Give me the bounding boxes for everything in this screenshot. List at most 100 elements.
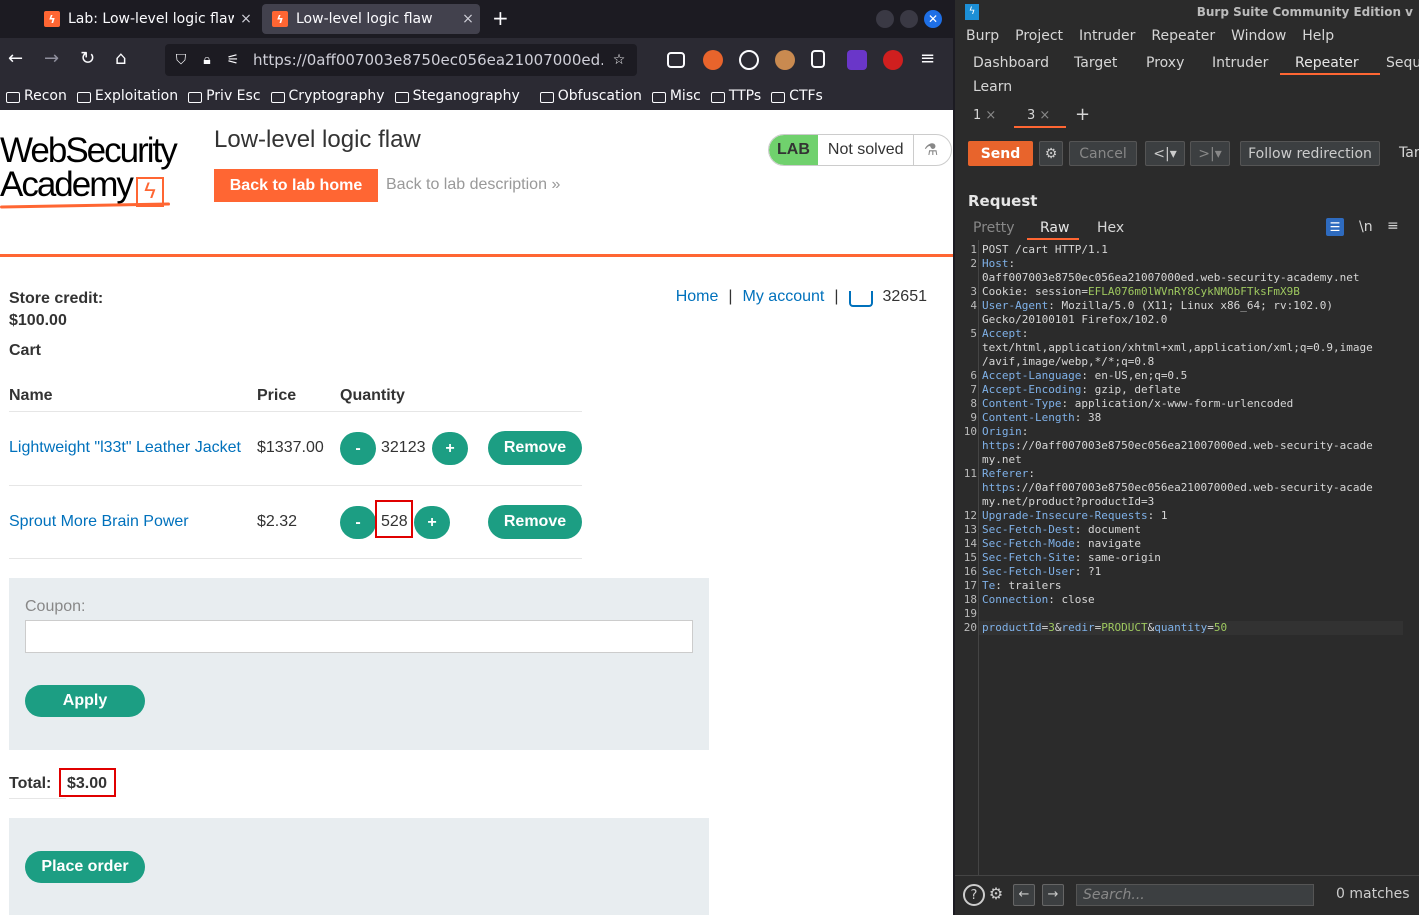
tab-lab-description[interactable]: ϟ Lab: Low-level logic flaw | W × bbox=[34, 4, 258, 34]
folder-icon bbox=[76, 91, 91, 103]
window-close-icon[interactable]: ✕ bbox=[924, 10, 942, 28]
previous-request-button[interactable]: <|▾ bbox=[1145, 141, 1185, 166]
back-to-lab-home-button[interactable]: Back to lab home bbox=[214, 169, 378, 202]
quantity-value: 32123 bbox=[381, 439, 426, 456]
maximize-button[interactable] bbox=[900, 10, 918, 28]
back-to-lab-description-link[interactable]: Back to lab description » bbox=[386, 176, 560, 194]
forward-arrow-icon[interactable]: → bbox=[44, 48, 59, 70]
new-tab-button[interactable]: + bbox=[492, 6, 509, 30]
web-security-academy-logo[interactable]: WebSecurity Academy ϟ bbox=[0, 133, 200, 209]
bookmark-folder[interactable]: Cryptography bbox=[270, 88, 385, 104]
send-button[interactable]: Send bbox=[968, 141, 1033, 166]
line-number: 3 bbox=[970, 285, 977, 298]
target-label[interactable]: Targ bbox=[1399, 145, 1419, 161]
increase-quantity-button[interactable]: + bbox=[432, 432, 468, 465]
view-tab-hex[interactable]: Hex bbox=[1097, 220, 1124, 236]
burp-extension-icon[interactable] bbox=[703, 50, 723, 70]
decrease-quantity-button[interactable]: - bbox=[340, 506, 376, 539]
nav-home-link[interactable]: Home bbox=[676, 288, 719, 306]
follow-redirection-button[interactable]: Follow redirection bbox=[1240, 141, 1380, 166]
reload-icon[interactable]: ↻ bbox=[80, 48, 95, 70]
tab-close-icon[interactable]: × bbox=[234, 11, 258, 27]
nav-my-account-link[interactable]: My account bbox=[743, 288, 825, 306]
cart-basket-icon[interactable] bbox=[848, 291, 873, 307]
product-name-link[interactable]: Lightweight "l33t" Leather Jacket bbox=[9, 439, 241, 457]
tab-lab-active[interactable]: ϟ Low-level logic flaw × bbox=[262, 4, 480, 34]
extension-badge-icon[interactable] bbox=[847, 50, 867, 70]
search-input[interactable]: Search... bbox=[1076, 884, 1314, 906]
view-tab-raw[interactable]: Raw bbox=[1040, 220, 1069, 236]
cart-count[interactable]: 32651 bbox=[883, 288, 928, 306]
home-icon[interactable]: ⌂ bbox=[115, 48, 126, 70]
place-order-button[interactable]: Place order bbox=[25, 851, 145, 883]
folder-icon bbox=[270, 91, 285, 103]
close-icon[interactable]: × bbox=[985, 108, 996, 123]
bookmark-folder[interactable]: CTFs bbox=[771, 88, 823, 104]
menu-window[interactable]: Window bbox=[1231, 28, 1286, 50]
view-tab-pretty[interactable]: Pretty bbox=[973, 220, 1015, 236]
bookmark-folder[interactable]: Exploitation bbox=[76, 88, 178, 104]
decrease-quantity-button[interactable]: - bbox=[340, 432, 376, 465]
product-name-link[interactable]: Sprout More Brain Power bbox=[9, 513, 189, 531]
cancel-button[interactable]: Cancel bbox=[1069, 141, 1137, 166]
request-line: productId=3&redir=PRODUCT&quantity=50 bbox=[982, 621, 1228, 634]
repeater-tab-3[interactable]: 3 × bbox=[1027, 108, 1050, 123]
add-tab-button[interactable]: + bbox=[1075, 104, 1090, 125]
word-wrap-icon[interactable]: ☰ bbox=[1326, 218, 1344, 236]
tab-sequencer[interactable]: Seque bbox=[1386, 55, 1419, 71]
tab-proxy[interactable]: Proxy bbox=[1146, 55, 1184, 71]
trash-icon[interactable] bbox=[811, 50, 825, 68]
increase-quantity-button[interactable]: + bbox=[414, 506, 450, 539]
bookmark-folder[interactable]: Recon bbox=[6, 88, 67, 104]
foxyproxy-icon[interactable] bbox=[775, 50, 795, 70]
tab-intruder[interactable]: Intruder bbox=[1212, 55, 1268, 71]
address-bar[interactable]: ⛉ 🔒︎ ⚟ https://0aff007003e8750ec056ea210… bbox=[165, 44, 637, 76]
minimize-button[interactable] bbox=[876, 10, 894, 28]
lock-icon[interactable]: 🔒︎ bbox=[197, 52, 217, 68]
navigation-bar: ← → ↻ ⌂ ⛉ 🔒︎ ⚟ https://0aff007003e8750ec… bbox=[0, 38, 953, 82]
apply-coupon-button[interactable]: Apply bbox=[25, 685, 145, 717]
tab-target[interactable]: Target bbox=[1074, 55, 1117, 71]
bookmark-folder[interactable]: Misc bbox=[651, 88, 701, 104]
permissions-icon[interactable]: ⚟ bbox=[223, 52, 243, 68]
help-icon[interactable]: ? bbox=[963, 884, 985, 906]
back-arrow-icon[interactable]: ← bbox=[8, 48, 23, 70]
bookmarks-bar: Recon Exploitation Priv Esc Cryptography… bbox=[0, 82, 953, 110]
repeater-tab-1[interactable]: 1 × bbox=[973, 108, 996, 123]
next-request-button[interactable]: >|▾ bbox=[1190, 141, 1230, 166]
menu-help[interactable]: Help bbox=[1302, 28, 1334, 50]
request-editor[interactable]: 1 2 3 4 5 6 7 8 9 10 11 12 13 14 15 16 17 18 19 20 POST /ca… bbox=[955, 240, 1419, 875]
url-text[interactable]: https://0aff007003e8750ec056ea21007000ed… bbox=[253, 51, 603, 69]
bookmark-folder[interactable]: Steganography bbox=[394, 88, 520, 104]
tab-close-icon[interactable]: × bbox=[456, 11, 480, 27]
menu-hamburger-icon[interactable]: ≡ bbox=[920, 48, 935, 70]
line-number: 1 bbox=[970, 243, 977, 256]
coupon-input[interactable] bbox=[25, 620, 693, 653]
tab-repeater[interactable]: Repeater bbox=[1295, 55, 1359, 71]
next-match-icon[interactable]: → bbox=[1042, 884, 1064, 906]
bookmark-folder[interactable]: TTPs bbox=[710, 88, 761, 104]
settings-gear-icon[interactable]: ⚙ bbox=[1039, 141, 1063, 166]
bookmark-star-icon[interactable]: ☆ bbox=[609, 52, 629, 68]
pocket-icon[interactable] bbox=[667, 52, 685, 68]
tab-dashboard[interactable]: Dashboard bbox=[973, 55, 1049, 71]
remove-item-button[interactable]: Remove bbox=[488, 505, 582, 539]
previous-match-icon[interactable]: ← bbox=[1013, 884, 1035, 906]
menu-burp[interactable]: Burp bbox=[966, 28, 999, 50]
menu-repeater[interactable]: Repeater bbox=[1151, 28, 1215, 50]
ublock-icon[interactable] bbox=[883, 50, 903, 70]
settings-gear-icon[interactable]: ⚙ bbox=[985, 884, 1007, 906]
close-icon[interactable]: × bbox=[1039, 108, 1050, 123]
newline-toggle[interactable]: \n bbox=[1359, 219, 1373, 235]
menu-project[interactable]: Project bbox=[1015, 28, 1063, 50]
remove-item-button[interactable]: Remove bbox=[488, 431, 582, 465]
options-menu-icon[interactable]: ≡ bbox=[1387, 218, 1399, 234]
tab-learn[interactable]: Learn bbox=[973, 79, 1012, 95]
menu-intruder[interactable]: Intruder bbox=[1079, 28, 1135, 50]
bookmark-folder[interactable]: Obfuscation bbox=[539, 88, 642, 104]
bookmark-folder[interactable]: Priv Esc bbox=[188, 88, 261, 104]
cookie-icon[interactable] bbox=[739, 50, 759, 70]
shield-icon[interactable]: ⛉ bbox=[171, 52, 191, 68]
coupon-panel: Coupon: Apply bbox=[9, 578, 709, 750]
store-credit: Store credit: $100.00 bbox=[9, 288, 103, 332]
